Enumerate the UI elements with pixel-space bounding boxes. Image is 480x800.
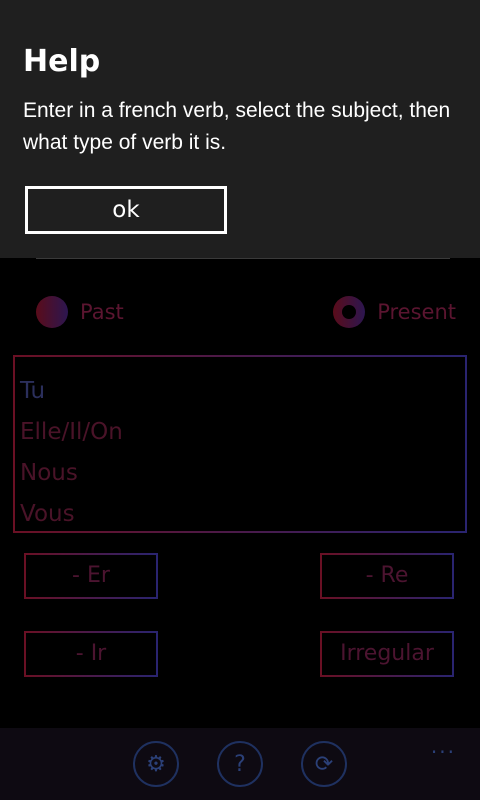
dialog-message: Enter in a french verb, select the subje… <box>23 99 451 154</box>
refresh-button[interactable]: ⟳ <box>301 741 347 787</box>
present-radio-label: Present <box>377 300 456 324</box>
question-icon: ? <box>234 751 246 777</box>
ir-button[interactable]: - Ir <box>24 631 158 677</box>
past-radio[interactable]: Past <box>36 296 124 328</box>
present-radio[interactable]: Present <box>333 296 456 328</box>
ok-button[interactable]: ok <box>25 186 227 234</box>
app-bar: ⚙ ? ⟳ ... <box>0 728 480 800</box>
past-radio-label: Past <box>80 300 124 324</box>
help-button[interactable]: ? <box>217 741 263 787</box>
list-item-tu[interactable]: Tu <box>20 371 465 412</box>
refresh-icon: ⟳ <box>314 751 334 777</box>
more-options-button[interactable]: ... <box>431 734 456 758</box>
er-button[interactable]: - Er <box>24 553 158 599</box>
present-radio-circle[interactable] <box>333 296 366 328</box>
gear-icon: ⚙ <box>146 751 166 777</box>
irregular-button[interactable]: Irregular <box>320 631 454 677</box>
list-item-nous[interactable]: Nous <box>20 453 465 494</box>
list-item-vous[interactable]: Vous <box>20 494 465 535</box>
dialog-title: Help <box>23 44 101 79</box>
subject-list[interactable]: Tu Elle/Il/On Nous Vous <box>13 355 467 533</box>
settings-button[interactable]: ⚙ <box>133 741 179 787</box>
past-radio-circle[interactable] <box>36 296 68 328</box>
tense-selector: Past Present <box>36 296 456 332</box>
verb-input-underline[interactable] <box>36 258 450 259</box>
help-dialog: Help Enter in a french verb, select the … <box>0 0 480 258</box>
re-button[interactable]: - Re <box>320 553 454 599</box>
list-item-elle-il-on[interactable]: Elle/Il/On <box>20 412 465 453</box>
